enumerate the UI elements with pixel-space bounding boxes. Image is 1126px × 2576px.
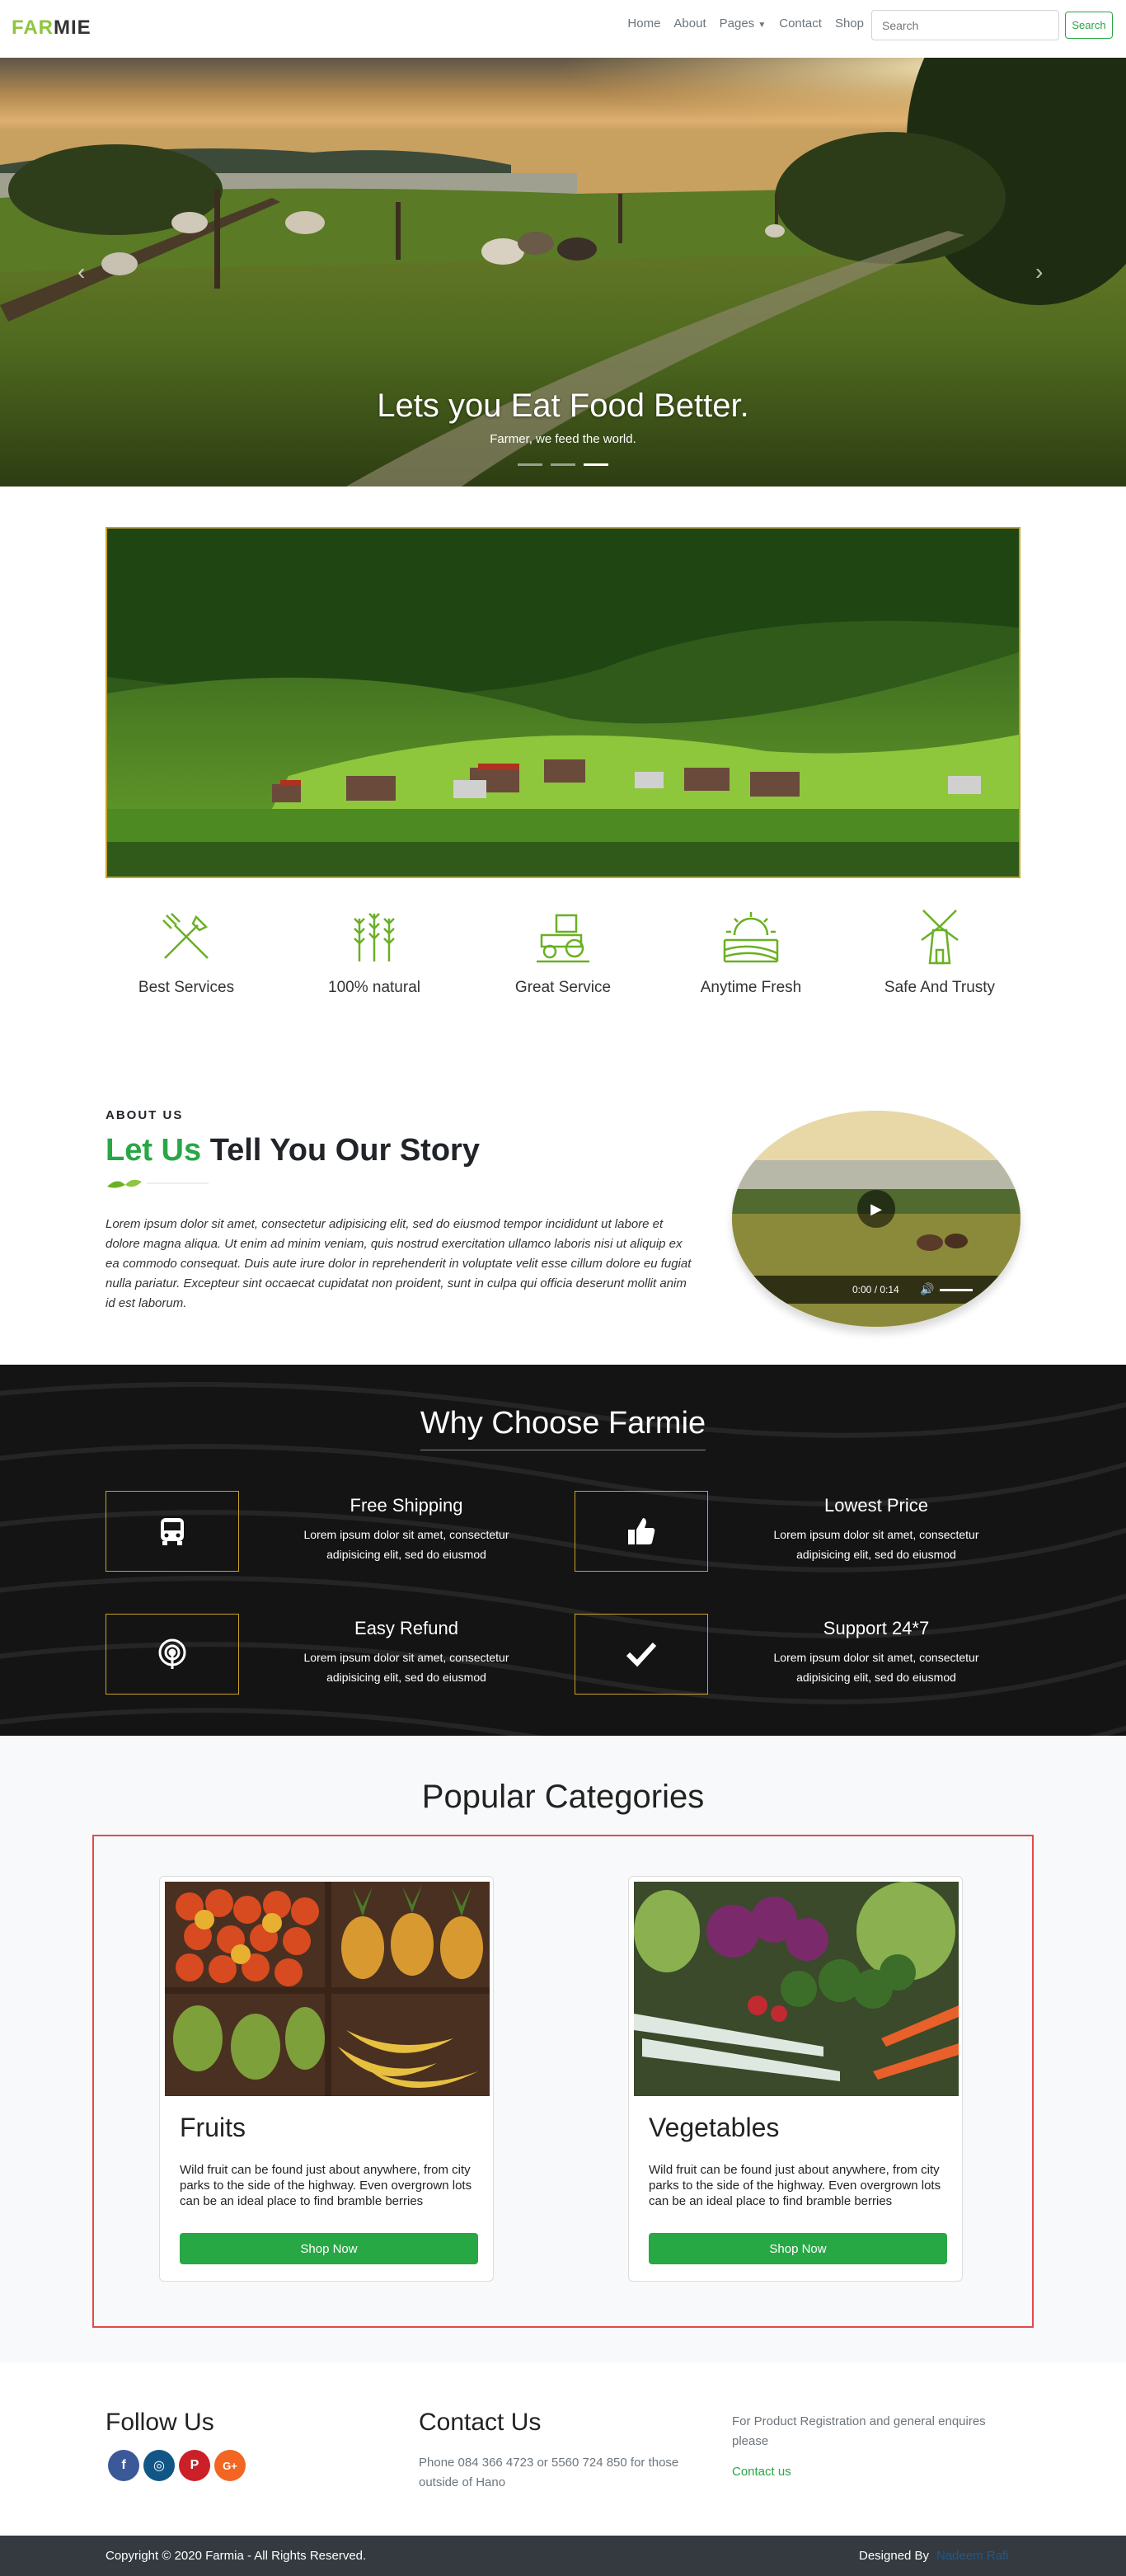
fruits-image xyxy=(165,1882,490,2096)
facebook-icon[interactable]: f xyxy=(108,2450,139,2481)
wheat-icon xyxy=(354,913,395,961)
category-card-fruits: Fruits Wild fruit can be found just abou… xyxy=(159,1876,494,2282)
about-kicker: ABOUT US xyxy=(106,1108,184,1122)
podcast-icon xyxy=(158,1638,186,1669)
tractor-icon xyxy=(537,914,589,963)
carousel-prev-icon[interactable]: ‹ xyxy=(77,259,85,285)
why-item-text: Lorem ipsum dolor sit amet, consectetur … xyxy=(773,1651,979,1684)
feature-safe-trusty: Safe And Trusty xyxy=(857,907,1022,997)
why-item-title: Easy Refund xyxy=(354,1618,458,1638)
about-text: Lorem ipsum dolor sit amet, consectetur … xyxy=(106,1217,692,1310)
why-item-text: Lorem ipsum dolor sit amet, consectetur … xyxy=(303,1651,509,1684)
shop-now-button[interactable]: Shop Now xyxy=(649,2233,947,2264)
video-time: 0:00 / 0:14 xyxy=(852,1284,899,1295)
carousel-indicator-active[interactable] xyxy=(584,463,608,466)
brand-logo[interactable]: FARMIE xyxy=(12,16,91,40)
categories-section: Popular Categories Fruits Wild fruit can… xyxy=(0,1736,1126,2362)
carousel-indicator[interactable] xyxy=(518,463,542,466)
bus-icon xyxy=(161,1518,184,1545)
search-input[interactable] xyxy=(871,10,1059,40)
copyright-text: Copyright © 2020 Farmia - All Rights Res… xyxy=(106,2549,367,2563)
shovel-fork-icon xyxy=(162,913,209,959)
category-card-vegetables: Vegetables Wild fruit can be found just … xyxy=(628,1876,963,2282)
bus-icon-box xyxy=(106,1491,239,1572)
feature-best-services: Best Services xyxy=(104,907,269,997)
why-title: Why Choose Farmie xyxy=(420,1406,706,1441)
caret-down-icon: ▼ xyxy=(758,21,767,30)
why-item-title: Free Shipping xyxy=(350,1495,463,1516)
nav-link-pages[interactable]: Pages ▼ xyxy=(720,16,767,31)
check-icon-box xyxy=(575,1614,708,1695)
feature-anytime-fresh: Anytime Fresh xyxy=(669,907,833,997)
feature-label: Safe And Trusty xyxy=(884,979,996,996)
thumbs-up-icon-box xyxy=(575,1491,708,1572)
follow-us-title: Follow Us xyxy=(106,2409,214,2436)
designed-by-label: Designed By xyxy=(859,2549,930,2563)
sunrise-field-icon xyxy=(723,912,779,963)
why-item-title: Support 24*7 xyxy=(823,1618,930,1638)
podcast-icon-box xyxy=(106,1614,239,1695)
feature-label: Anytime Fresh xyxy=(700,979,802,996)
contact-us-title: Contact Us xyxy=(419,2409,542,2436)
vegetables-image xyxy=(634,1882,959,2096)
enquiry-text: For Product Registration and general enq… xyxy=(732,2414,986,2448)
category-title: Vegetables xyxy=(649,2113,780,2142)
nav-link-shop[interactable]: Shop xyxy=(835,16,864,31)
nav-link-about[interactable]: About xyxy=(673,16,706,31)
why-item-title: Lowest Price xyxy=(824,1495,928,1516)
category-description: Wild fruit can be found just about anywh… xyxy=(649,2163,941,2208)
nav-link-contact[interactable]: Contact xyxy=(779,16,822,31)
category-description: Wild fruit can be found just about anywh… xyxy=(180,2163,472,2208)
contact-phone-text: Phone 084 366 4723 or 5560 724 850 for t… xyxy=(419,2456,679,2489)
thumbs-up-icon xyxy=(628,1518,655,1544)
carousel-indicator[interactable] xyxy=(551,463,575,466)
video-player[interactable]: ▶ 0:00 / 0:14 🔊 xyxy=(732,1111,1020,1327)
footer: Follow Us f ◎ P G+ Contact Us Phone 084 … xyxy=(0,2362,1126,2536)
feature-label: Great Service xyxy=(514,979,612,996)
carousel-next-icon[interactable]: › xyxy=(1035,259,1043,285)
hero-title: Lets you Eat Food Better. xyxy=(377,388,749,424)
volume-slider[interactable] xyxy=(940,1289,973,1291)
nav-links: Home About Pages ▼ Contact Shop xyxy=(627,16,864,31)
check-icon xyxy=(626,1642,657,1667)
why-item-text: Lorem ipsum dolor sit amet, consectetur … xyxy=(303,1528,509,1561)
categories-title: Popular Categories xyxy=(421,1779,705,1815)
designer-link[interactable]: Nadeem Rafi xyxy=(936,2549,1009,2563)
about-title: Let Us Tell You Our Story xyxy=(106,1133,480,1168)
navbar: FARMIE Home About Pages ▼ Contact Shop S… xyxy=(0,0,1126,58)
search-button[interactable]: Search xyxy=(1065,12,1113,39)
why-item-text: Lorem ipsum dolor sit amet, consectetur … xyxy=(773,1528,979,1561)
google-plus-icon[interactable]: G+ xyxy=(214,2450,246,2481)
video-controls: 0:00 / 0:14 🔊 xyxy=(732,1276,1020,1304)
nav-link-home[interactable]: Home xyxy=(627,16,660,31)
windmill-icon xyxy=(921,910,959,965)
contact-us-link[interactable]: Contact us xyxy=(732,2465,791,2479)
volume-icon[interactable]: 🔊 xyxy=(920,1282,934,1296)
instagram-icon[interactable]: ◎ xyxy=(143,2450,175,2481)
play-icon[interactable]: ▶ xyxy=(857,1190,895,1228)
pinterest-icon[interactable]: P xyxy=(179,2450,210,2481)
copyright-bar: Copyright © 2020 Farmia - All Rights Res… xyxy=(0,2536,1126,2576)
feature-natural: 100% natural xyxy=(292,907,457,997)
landscape-image xyxy=(106,527,1020,878)
why-choose-section: Why Choose Farmie Free Shipping Lorem ip… xyxy=(0,1365,1126,1736)
shop-now-button[interactable]: Shop Now xyxy=(180,2233,478,2264)
hero-subtitle: Farmer, we feed the world. xyxy=(490,432,636,446)
feature-great-service: Great Service xyxy=(481,907,645,997)
category-title: Fruits xyxy=(180,2113,246,2142)
hero-carousel: ‹ › Lets you Eat Food Better. Farmer, we… xyxy=(0,58,1126,487)
feature-label: 100% natural xyxy=(328,979,420,996)
feature-label: Best Services xyxy=(138,979,235,996)
leaf-divider-icon xyxy=(107,1179,209,1188)
